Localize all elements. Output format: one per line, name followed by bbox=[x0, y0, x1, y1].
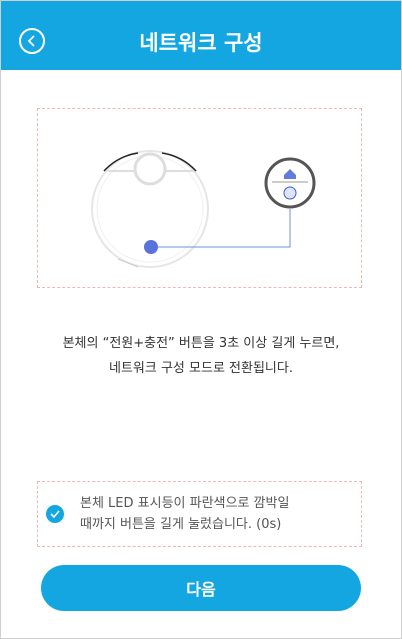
page-title: 네트워크 구성 bbox=[139, 31, 263, 55]
confirm-line-2: 때까지 버튼을 길게 눌렀습니다. (0s) bbox=[80, 517, 282, 532]
next-button[interactable]: 다음 bbox=[41, 565, 361, 611]
instruction-line-1: 본체의 “전원+충전” 버튼을 3초 이상 길게 누르면, bbox=[62, 336, 340, 351]
power-button-highlight bbox=[144, 240, 158, 254]
confirm-line-1: 본체 LED 표시등이 파란색으로 깜박일 bbox=[80, 496, 290, 511]
confirm-checkbox-row[interactable]: 본체 LED 표시등이 파란색으로 깜박일 때까지 버튼을 길게 눌렀습니다. … bbox=[37, 481, 362, 547]
button-closeup-image bbox=[264, 157, 316, 209]
instruction-text: 본체의 “전원+충전” 버튼을 3초 이상 길게 누르면, 네트워크 구성 모드… bbox=[1, 331, 401, 381]
confirm-label: 본체 LED 표시등이 파란색으로 깜박일 때까지 버튼을 길게 눌렀습니다. … bbox=[80, 493, 289, 535]
header: 네트워크 구성 bbox=[1, 1, 401, 70]
instruction-line-2: 네트워크 구성 모드로 전환됩니다. bbox=[109, 361, 293, 376]
robot-illustration bbox=[37, 108, 362, 288]
checkbox-checked[interactable] bbox=[46, 505, 64, 523]
check-icon bbox=[50, 510, 60, 519]
